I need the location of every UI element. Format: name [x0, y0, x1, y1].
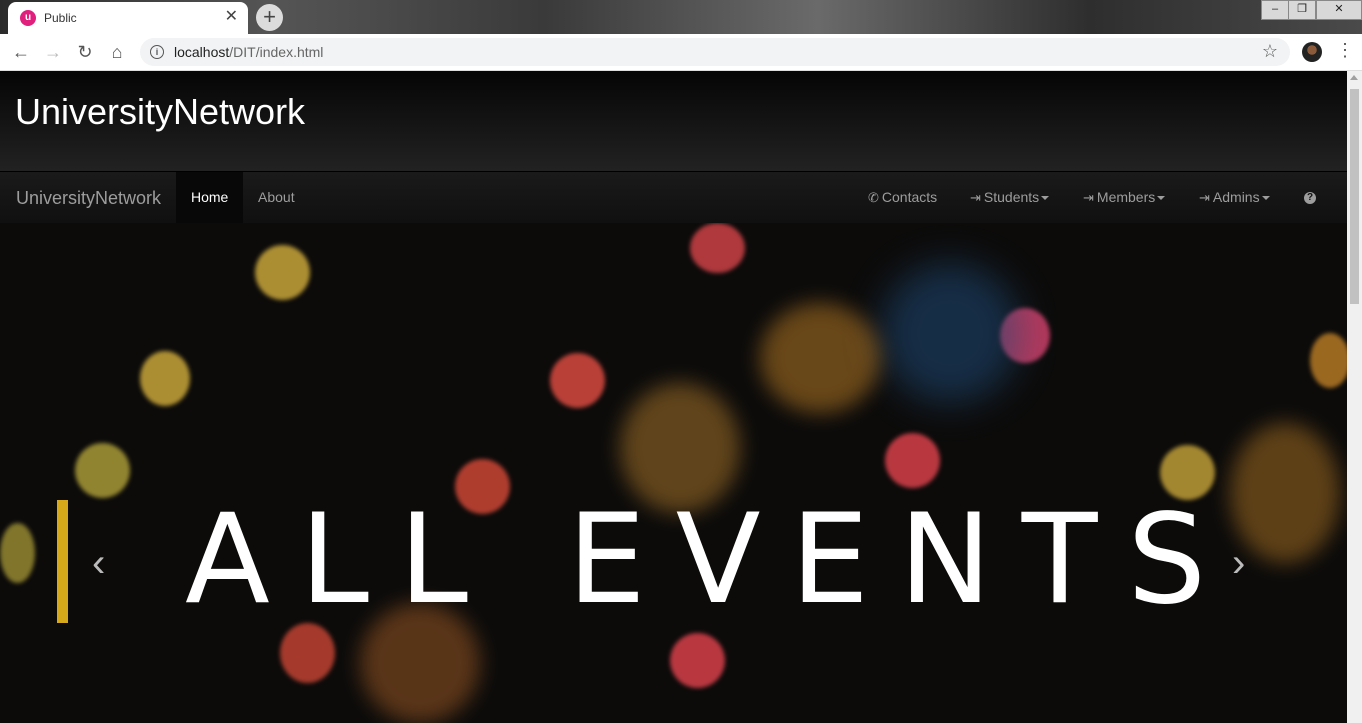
url-text: localhost/DIT/index.html: [174, 44, 324, 60]
log-in-icon: ⇥: [970, 190, 981, 205]
bokeh-light: [880, 263, 1020, 403]
site-title: UniversityNetwork: [15, 91, 306, 132]
log-in-icon: ⇥: [1199, 190, 1210, 205]
chevron-down-icon: [1261, 196, 1270, 201]
question-sign-icon: ?: [1304, 192, 1316, 205]
nav-about[interactable]: About: [243, 172, 310, 223]
forward-icon[interactable]: →: [42, 41, 64, 63]
scroll-thumb[interactable]: [1350, 89, 1359, 304]
new-tab-button[interactable]: +: [256, 4, 283, 31]
restore-button[interactable]: ❐: [1288, 0, 1316, 20]
nav-members[interactable]: ⇥ Members: [1068, 172, 1180, 223]
site-header: UniversityNetwork: [0, 71, 1347, 171]
nav-home[interactable]: Home: [176, 172, 244, 223]
nav-contacts[interactable]: ✆ Contacts: [853, 172, 952, 223]
nav-help[interactable]: ?: [1289, 172, 1331, 223]
browser-menu-icon[interactable]: ⋮: [1336, 40, 1354, 61]
bokeh-light: [1230, 423, 1340, 563]
bokeh-light: [670, 633, 725, 688]
bokeh-light: [255, 245, 310, 300]
carousel-prev-icon[interactable]: ‹: [92, 543, 105, 583]
page-scrollbar[interactable]: [1347, 71, 1362, 723]
log-in-icon: ⇥: [1083, 190, 1094, 205]
web-page: UniversityNetwork UniversityNetwork Home…: [0, 71, 1347, 723]
window-close-button[interactable]: ✕: [1316, 0, 1362, 20]
bokeh-light: [1310, 333, 1347, 388]
events-carousel: ALL EVENTS ‹ ›: [0, 223, 1347, 723]
browser-toolbar: ← → ↻ ⌂ i localhost/DIT/index.html ☆ ⋮: [0, 34, 1362, 71]
bokeh-light: [760, 303, 880, 413]
navbar: UniversityNetwork Home About ✆ Contacts ⇥…: [0, 171, 1347, 224]
bokeh-light: [885, 433, 940, 488]
bokeh-light: [75, 443, 130, 498]
favicon-icon: u: [20, 10, 36, 26]
bokeh-light: [550, 353, 605, 408]
tab-title: Public: [44, 11, 77, 25]
close-tab-icon[interactable]: ✕: [225, 9, 238, 25]
address-bar[interactable]: i localhost/DIT/index.html ☆: [140, 38, 1290, 66]
nav-admins[interactable]: ⇥ Admins: [1184, 172, 1285, 223]
carousel-next-icon[interactable]: ›: [1232, 543, 1245, 583]
nav-students[interactable]: ⇥ Students: [955, 172, 1064, 223]
info-icon[interactable]: i: [150, 45, 164, 59]
reload-icon[interactable]: ↻: [74, 41, 96, 63]
browser-titlebar: u Public ✕ + – ❐ ✕: [0, 0, 1362, 34]
bokeh-light: [690, 223, 745, 273]
chevron-down-icon: [1041, 196, 1050, 201]
bookmark-star-icon[interactable]: ☆: [1262, 41, 1278, 62]
scroll-up-icon[interactable]: [1350, 75, 1358, 80]
minimize-button[interactable]: –: [1261, 0, 1289, 20]
bokeh-light: [280, 623, 335, 683]
chevron-down-icon: [1157, 196, 1166, 201]
bokeh-light: [140, 351, 190, 406]
bokeh-light: [0, 523, 35, 583]
slide-caption: ALL EVENTS: [185, 488, 1237, 632]
phone-icon: ✆: [868, 190, 879, 205]
back-icon[interactable]: ←: [10, 41, 32, 63]
browser-tab[interactable]: u Public ✕: [8, 2, 248, 34]
home-icon[interactable]: ⌂: [106, 41, 128, 63]
accent-bar: [57, 500, 68, 623]
navbar-brand[interactable]: UniversityNetwork: [16, 188, 161, 209]
profile-avatar[interactable]: [1302, 42, 1322, 62]
